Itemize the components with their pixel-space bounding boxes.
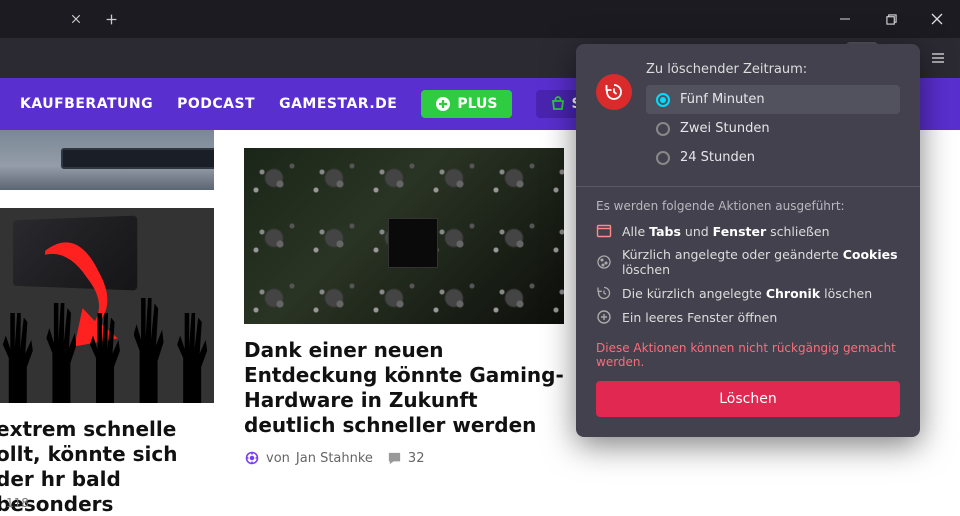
- radio-label: Zwei Stunden: [680, 121, 770, 136]
- delete-button[interactable]: Löschen: [596, 381, 900, 417]
- action-delete-cookies: Kürzlich angelegte oder geänderte Cookie…: [596, 247, 900, 277]
- titlebar: [0, 0, 960, 38]
- radio-5min[interactable]: Fünf Minuten: [646, 85, 900, 114]
- author-name: Jan Stahnke: [296, 451, 373, 466]
- action-delete-history: Die kürzlich angelegte Chronik löschen: [596, 285, 900, 301]
- history-icon: [596, 74, 632, 110]
- action-open-window: Ein leeres Fenster öffnen: [596, 309, 900, 325]
- maximize-button[interactable]: [868, 0, 914, 38]
- close-window-button[interactable]: [914, 0, 960, 38]
- browser-tab[interactable]: [0, 2, 90, 36]
- author-prefix: von: [266, 451, 290, 466]
- plus-button[interactable]: PLUS: [421, 90, 511, 118]
- cookie-icon: [596, 254, 612, 270]
- action-text: Alle Tabs und Fenster schließen: [622, 224, 830, 239]
- forget-history-popup: Zu löschender Zeitraum: Fünf Minuten Zwe…: [576, 44, 920, 437]
- author-icon: [244, 450, 260, 466]
- popup-title: Zu löschender Zeitraum:: [646, 62, 900, 77]
- corner-number: 118: [6, 496, 29, 510]
- radio-24h[interactable]: 24 Stunden: [646, 143, 900, 172]
- window-icon: [596, 223, 612, 239]
- article-meta: von Jan Stahnke 32: [244, 450, 564, 466]
- close-tab-icon[interactable]: [67, 11, 84, 28]
- radio-2h[interactable]: Zwei Stunden: [646, 114, 900, 143]
- hamburger-menu-icon[interactable]: [922, 42, 954, 74]
- nav-link-kaufberatung[interactable]: KAUFBERATUNG: [20, 96, 153, 112]
- article-card-right[interactable]: Dank einer neuen Entdeckung könnte Gamin…: [244, 130, 564, 516]
- radio-dot-icon: [656, 151, 670, 165]
- article-card-left[interactable]: extrem schnelle ollt, könnte sich der hr…: [0, 130, 214, 516]
- actions-title: Es werden folgende Aktionen ausgeführt:: [596, 199, 900, 213]
- nav-link-podcast[interactable]: PODCAST: [177, 96, 255, 112]
- actions-list: Alle Tabs und Fenster schließen Kürzlich…: [596, 223, 900, 325]
- action-text: Kürzlich angelegte oder geänderte Cookie…: [622, 247, 900, 277]
- action-text: Die kürzlich angelegte Chronik löschen: [622, 286, 872, 301]
- plus-circle-icon: [596, 309, 612, 325]
- article-headline: extrem schnelle ollt, könnte sich der hr…: [0, 417, 214, 516]
- nav-link-gamestar[interactable]: GAMESTAR.DE: [279, 96, 397, 112]
- new-tab-button[interactable]: [96, 4, 126, 34]
- article-thumb-pcb: [244, 148, 564, 324]
- clock-icon: [596, 285, 612, 301]
- radio-label: 24 Stunden: [680, 150, 755, 165]
- radio-label: Fünf Minuten: [680, 92, 765, 107]
- article-headline: Dank einer neuen Entdeckung könnte Gamin…: [244, 338, 564, 438]
- article-thumb-laptop: [0, 130, 214, 190]
- comment-count: 32: [408, 451, 425, 466]
- minimize-button[interactable]: [822, 0, 868, 38]
- article-thumb-gpu: [0, 208, 214, 403]
- action-close-tabs: Alle Tabs und Fenster schließen: [596, 223, 900, 239]
- window-controls: [822, 0, 960, 38]
- radio-dot-icon: [656, 93, 670, 107]
- action-text: Ein leeres Fenster öffnen: [622, 310, 777, 325]
- radio-dot-icon: [656, 122, 670, 136]
- warning-text: Diese Aktionen können nicht rückgängig g…: [596, 341, 900, 369]
- time-range-options: Fünf Minuten Zwei Stunden 24 Stunden: [646, 85, 900, 172]
- plus-label: PLUS: [457, 96, 497, 112]
- divider: [576, 186, 920, 187]
- comment-icon: [387, 451, 402, 466]
